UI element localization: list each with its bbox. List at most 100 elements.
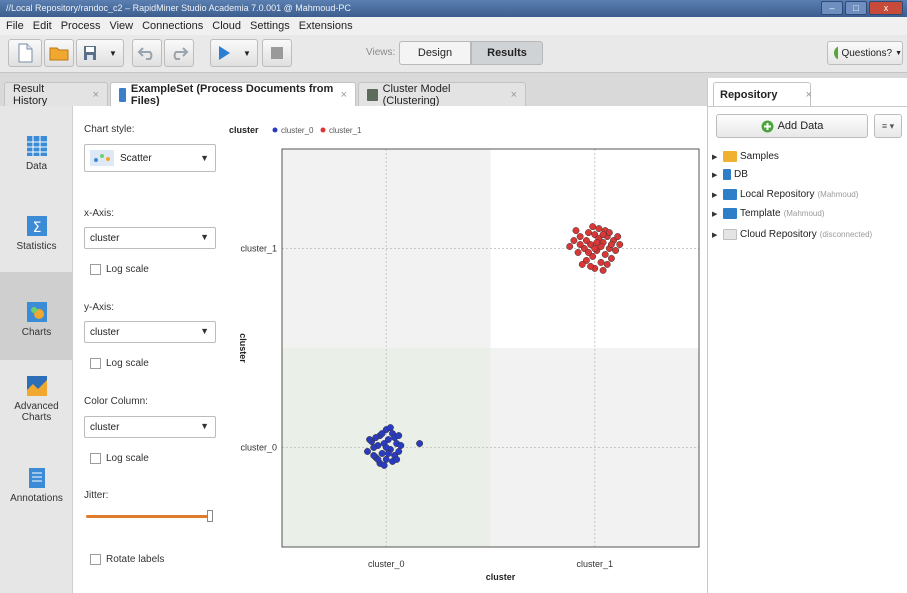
menu-view[interactable]: View <box>109 20 133 32</box>
results-view-button[interactable]: Results <box>471 41 543 65</box>
chevron-down-icon: ▼ <box>200 153 209 163</box>
data-point <box>416 440 424 447</box>
data-point <box>370 452 378 459</box>
menu-settings[interactable]: Settings <box>250 20 290 32</box>
data-point <box>384 450 392 457</box>
tree-item-samples[interactable]: ▶ Samples <box>712 151 779 162</box>
nav-charts[interactable]: Charts <box>0 272 73 360</box>
data-point <box>574 249 582 256</box>
tree-item-label: Cloud Repository <box>740 229 817 240</box>
tab-exampleset[interactable]: ExampleSet (Process Documents from Files… <box>110 82 356 107</box>
tree-item-cloud-repository[interactable]: ▶ Cloud Repository (disconnected) <box>712 229 872 240</box>
tab-close-icon[interactable]: × <box>511 89 517 101</box>
expand-arrow-icon[interactable]: ▶ <box>712 153 720 161</box>
tab-close-icon[interactable]: × <box>93 89 99 101</box>
chevron-down-icon: ▼ <box>200 421 209 431</box>
add-data-label: Add Data <box>777 120 824 132</box>
nav-data-label: Data <box>25 161 48 172</box>
menu-cloud[interactable]: Cloud <box>212 20 241 32</box>
maximize-button[interactable]: □ <box>845 1 867 15</box>
design-view-button[interactable]: Design <box>399 41 471 65</box>
repository-tab-label: Repository <box>720 88 778 101</box>
tree-item-db[interactable]: ▶ DB <box>712 169 748 180</box>
chevron-down-icon: ▼ <box>200 232 209 242</box>
expand-arrow-icon[interactable]: ▶ <box>712 191 720 199</box>
chart-style-select[interactable]: Scatter ▼ <box>84 144 216 172</box>
tab-cluster-model[interactable]: Cluster Model (Clustering) × <box>358 82 526 107</box>
expand-arrow-icon[interactable]: ▶ <box>712 210 720 218</box>
tab-label: ExampleSet (Process Documents from Files… <box>130 82 334 107</box>
svg-text:?: ? <box>838 48 839 60</box>
run-dropdown-icon[interactable]: ▼ <box>243 49 251 58</box>
tab-close-icon[interactable]: × <box>805 89 811 101</box>
menu-edit[interactable]: Edit <box>33 20 52 32</box>
divider <box>708 106 907 107</box>
data-point <box>372 434 380 441</box>
y-axis-select[interactable]: cluster ▼ <box>84 321 216 343</box>
jitter-slider[interactable] <box>86 510 213 522</box>
menu-connections[interactable]: Connections <box>142 20 203 32</box>
nav-advanced-line2: Charts <box>21 412 52 423</box>
rotate-labels-checkbox[interactable]: Rotate labels <box>90 554 164 565</box>
data-point <box>607 241 615 248</box>
questions-button[interactable]: ? Questions? ▼ <box>827 41 903 65</box>
data-point <box>591 245 599 252</box>
y-axis-value: cluster <box>90 326 120 338</box>
chevron-down-icon: ▼ <box>200 326 209 336</box>
redo-button[interactable] <box>164 39 194 67</box>
statistics-icon: Σ <box>26 216 47 236</box>
data-table-icon <box>26 136 47 156</box>
chart-style-label: Chart style: <box>84 124 135 135</box>
stop-icon <box>271 47 283 59</box>
expand-arrow-icon[interactable]: ▶ <box>712 231 720 239</box>
color-log-scale-checkbox[interactable]: Log scale <box>90 453 149 464</box>
checkbox-box[interactable] <box>90 453 101 464</box>
menu-extensions[interactable]: Extensions <box>299 20 353 32</box>
data-point <box>566 243 574 250</box>
checkbox-box[interactable] <box>90 554 101 565</box>
tree-item-label: DB <box>734 169 748 180</box>
menu-process[interactable]: Process <box>61 20 101 32</box>
tab-repository[interactable]: Repository × <box>713 82 812 106</box>
color-column-select[interactable]: cluster ▼ <box>84 416 216 438</box>
close-window-button[interactable]: x <box>869 1 903 15</box>
x-log-scale-checkbox[interactable]: Log scale <box>90 264 149 275</box>
save-dropdown-icon[interactable]: ▼ <box>109 49 117 58</box>
undo-button[interactable] <box>132 39 162 67</box>
nav-statistics[interactable]: Σ Statistics <box>0 216 73 276</box>
jitter-label: Jitter: <box>84 490 109 501</box>
tab-result-history[interactable]: Result History × <box>4 82 108 107</box>
data-point <box>612 247 620 254</box>
data-point <box>585 229 592 237</box>
data-point <box>386 424 394 432</box>
rotate-labels-label: Rotate labels <box>106 554 165 565</box>
color-log-scale-label: Log scale <box>106 453 149 464</box>
x-axis-select[interactable]: cluster ▼ <box>84 227 216 249</box>
nav-annotations[interactable]: Annotations <box>0 468 73 516</box>
data-point <box>384 436 392 443</box>
jitter-slider-track[interactable] <box>86 515 208 518</box>
tree-item-template[interactable]: ▶ Template (Mahmoud) <box>712 208 824 219</box>
add-data-button[interactable]: Add Data <box>716 114 868 138</box>
nav-advanced-charts[interactable]: Advanced Charts <box>0 376 73 438</box>
run-process-button[interactable]: ▼ <box>210 39 258 67</box>
view-navigator: Data Σ Statistics Charts Advanced Charts… <box>0 106 73 593</box>
nav-data[interactable]: Data <box>0 136 73 196</box>
stop-process-button[interactable] <box>262 39 292 67</box>
jitter-slider-handle[interactable] <box>207 510 213 522</box>
menu-file[interactable]: File <box>6 20 24 32</box>
legend-title: cluster <box>229 125 259 135</box>
expand-arrow-icon[interactable]: ▶ <box>712 171 720 179</box>
y-log-scale-checkbox[interactable]: Log scale <box>90 358 149 369</box>
checkbox-box[interactable] <box>90 264 101 275</box>
tab-close-icon[interactable]: × <box>341 89 347 101</box>
data-point <box>382 455 390 463</box>
open-process-button[interactable] <box>44 39 74 67</box>
save-process-button[interactable]: ▼ <box>76 39 124 67</box>
repository-menu-button[interactable]: ≡ ▾ <box>874 114 902 138</box>
checkbox-box[interactable] <box>90 358 101 369</box>
new-process-button[interactable] <box>8 39 42 67</box>
data-point <box>595 225 603 233</box>
minimize-button[interactable]: – <box>821 1 843 15</box>
tree-item-local-repository[interactable]: ▶ Local Repository (Mahmoud) <box>712 189 858 200</box>
